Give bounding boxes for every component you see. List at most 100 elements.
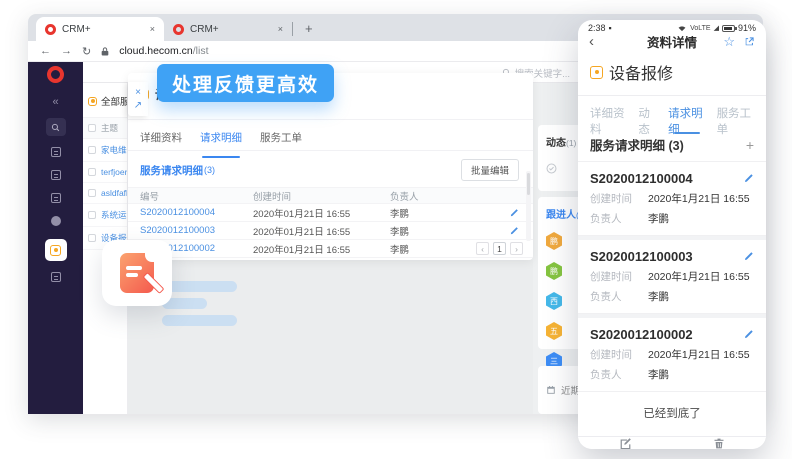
list-column-header: 主题 (83, 117, 127, 139)
edit-button[interactable]: 编辑 (578, 437, 672, 449)
sidebar-item-calendar[interactable] (51, 168, 61, 182)
table-scrollbar[interactable] (526, 171, 531, 241)
service-scan-icon (50, 245, 61, 256)
tab-label: CRM+ (62, 24, 91, 35)
tab-separator (292, 22, 293, 36)
tab-request-detail[interactable]: 请求明细 (200, 130, 242, 150)
phone-action-bar: 编辑 删除 (578, 436, 766, 449)
page-next-button[interactable]: › (510, 242, 523, 255)
battery-percent: 91% (738, 23, 756, 33)
status-time: 2:38 (588, 23, 606, 33)
list-item[interactable]: terfjoerur (83, 162, 127, 183)
batch-edit-button[interactable]: 批量编辑 (461, 159, 519, 181)
request-card[interactable]: S2020012100004 创建时间2020年1月21日 16:55 负责人李… (578, 162, 766, 236)
list-rail-header: 全部服务请求 (83, 83, 127, 117)
tab-service-order[interactable]: 服务工单 (717, 105, 754, 127)
sidebar-item-doc[interactable] (51, 191, 61, 205)
refresh-icon[interactable]: ↻ (82, 45, 91, 58)
list-item[interactable]: 家电维修 (83, 139, 127, 162)
edit-pencil-icon[interactable] (743, 251, 754, 262)
row-checkbox[interactable] (88, 146, 96, 154)
back-icon[interactable]: ← (40, 45, 51, 57)
document-icon (51, 193, 61, 203)
skeleton-bar (162, 281, 237, 292)
share-icon[interactable] (744, 36, 755, 47)
browser-tab-2[interactable]: CRM+ × (164, 17, 292, 41)
table-row: S2020012100003 2020年01月21日 16:55 李鹏 (128, 222, 533, 240)
tab-activity[interactable]: 动态 (638, 105, 657, 127)
edit-pencil-icon[interactable] (509, 208, 519, 218)
edit-note-icon (619, 437, 632, 449)
hecom-logo (47, 66, 64, 83)
end-of-list-text: 已经到底了 (578, 392, 766, 436)
page-number[interactable]: 1 (493, 242, 506, 255)
avatar[interactable]: 鹏 (546, 232, 562, 250)
phone-record-header: 设备报修 (578, 50, 766, 96)
promo-banner: 处理反馈更高效 (157, 64, 334, 102)
tab-close-icon[interactable]: × (150, 24, 155, 34)
favorite-star-icon[interactable]: ☆ (723, 34, 735, 50)
drawer-close-icon[interactable]: × (135, 88, 141, 98)
forward-icon[interactable]: → (61, 45, 72, 57)
skeleton-bar (162, 315, 237, 326)
browser-tab-1[interactable]: CRM+ × (36, 17, 164, 41)
edit-pencil-icon[interactable] (743, 173, 754, 184)
request-card[interactable]: S2020012100002 创建时间2020年1月21日 16:55 负责人李… (578, 314, 766, 392)
table-header-row: 编号 创建时间 负责人 (128, 187, 533, 204)
edit-pencil-icon[interactable] (743, 329, 754, 340)
record-link[interactable]: S2020012100004 (140, 207, 253, 218)
row-checkbox[interactable] (88, 234, 96, 242)
sidebar-item-service-active[interactable] (45, 239, 67, 261)
sidebar-item-chat[interactable] (51, 214, 61, 228)
add-icon[interactable]: + (746, 137, 754, 153)
sidebar-search-button[interactable] (46, 118, 66, 136)
app-sidebar: « (28, 62, 83, 414)
select-all-checkbox[interactable] (88, 124, 96, 132)
screenshot-icon: ▪ (609, 23, 612, 33)
service-scan-icon (88, 97, 97, 106)
tab-detail-info[interactable]: 详细资料 (140, 130, 182, 150)
avatar[interactable]: 五 (546, 322, 562, 340)
record-title: 设备报修 (609, 60, 673, 84)
record-link[interactable]: S2020012100003 (140, 225, 253, 236)
crm-favicon (173, 24, 184, 35)
tab-label: CRM+ (190, 24, 219, 35)
page-prev-button[interactable]: ‹ (476, 242, 489, 255)
avatar[interactable]: 西 (546, 292, 562, 310)
url-field[interactable]: cloud.hecom.cn/list (119, 45, 208, 57)
table-row: S2020012100004 2020年01月21日 16:55 李鹏 (128, 204, 533, 222)
lock-icon (101, 46, 109, 57)
delete-button[interactable]: 删除 (672, 437, 766, 449)
list-item[interactable]: 系统运维例 (83, 204, 127, 227)
tab-request-detail[interactable]: 请求明细 (668, 105, 705, 127)
request-card[interactable]: S2020012100003 创建时间2020年1月21日 16:55 负责人李… (578, 236, 766, 314)
sidebar-item-apps[interactable] (51, 270, 61, 284)
drawer-expand-icon[interactable]: ↗ (134, 101, 142, 111)
list-rail-title: 全部服务请求 (101, 94, 128, 108)
new-tab-button[interactable]: + (305, 21, 313, 36)
list-item[interactable]: asldfafh (83, 183, 127, 204)
back-chevron-icon[interactable]: ‹ (589, 33, 594, 50)
phone-nav-bar: ‹ 资料详情 ☆ (578, 33, 766, 50)
tab-close-icon[interactable]: × (278, 24, 283, 34)
trash-icon (713, 437, 725, 449)
avatar[interactable]: 鹏 (546, 262, 562, 280)
drawer-section-header: 服务请求明细 (3) 批量编辑 (128, 151, 533, 187)
grid-icon (51, 272, 61, 282)
tab-service-order[interactable]: 服务工单 (260, 130, 302, 150)
row-checkbox[interactable] (88, 189, 96, 197)
collapse-icon[interactable]: « (52, 95, 58, 109)
phone-status-bar: 2:38 ▪ VoLTE ◢ 91% (578, 20, 766, 33)
row-checkbox[interactable] (88, 211, 96, 219)
edit-pencil-icon[interactable] (509, 226, 519, 236)
building-icon (51, 147, 61, 157)
row-checkbox[interactable] (88, 168, 96, 176)
battery-icon (722, 25, 735, 32)
phone-panel: 2:38 ▪ VoLTE ◢ 91% ‹ 资料详情 ☆ 设备报修 详细资料 动态… (578, 20, 766, 449)
table-row: S2020012100002 2020年01月21日 16:55 李鹏 (128, 240, 533, 258)
phone-tab-bar: 详细资料 动态 请求明细 服务工单 (578, 96, 766, 127)
drawer-controls: × ↗ (128, 82, 148, 116)
tab-detail-info[interactable]: 详细资料 (590, 105, 627, 127)
sidebar-item-org[interactable] (51, 145, 61, 159)
crm-favicon (45, 24, 56, 35)
